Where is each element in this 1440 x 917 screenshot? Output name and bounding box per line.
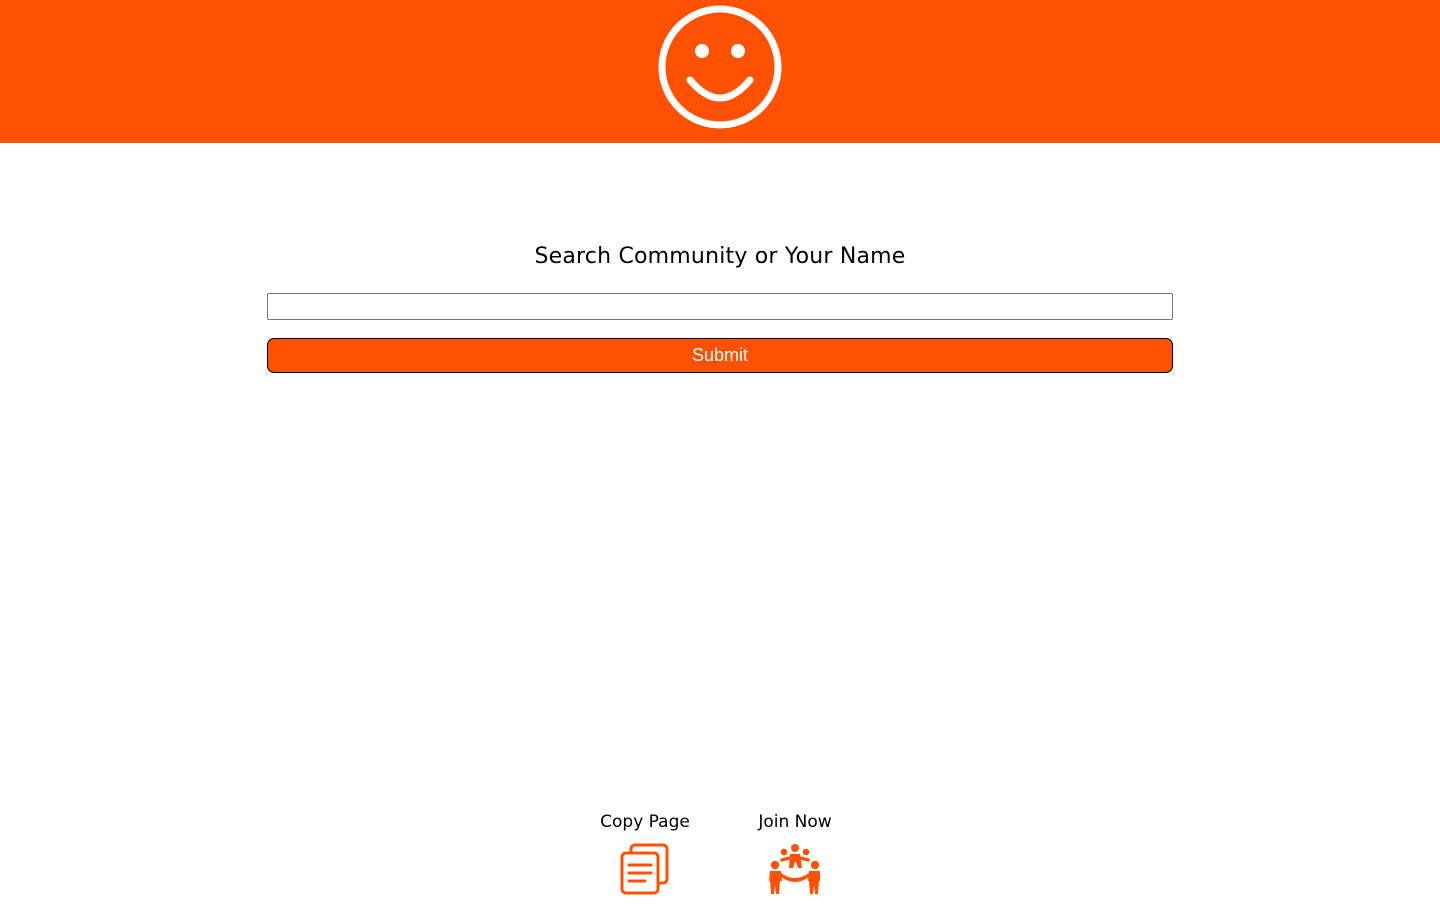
copy-page-label[interactable]: Copy Page <box>570 810 720 834</box>
join-now-label[interactable]: Join Now <box>720 810 870 834</box>
header-bar <box>0 0 1440 143</box>
search-input[interactable] <box>267 293 1173 320</box>
copy-page-link[interactable]: Copy Page <box>570 810 720 895</box>
join-now-link[interactable]: Join Now <box>720 810 870 895</box>
copy-page-icon[interactable] <box>619 843 671 895</box>
smiley-face-icon[interactable] <box>657 4 783 130</box>
people-group-icon[interactable] <box>769 843 821 895</box>
submit-button[interactable]: Submit <box>267 338 1173 373</box>
search-title: Search Community or Your Name <box>534 244 906 269</box>
